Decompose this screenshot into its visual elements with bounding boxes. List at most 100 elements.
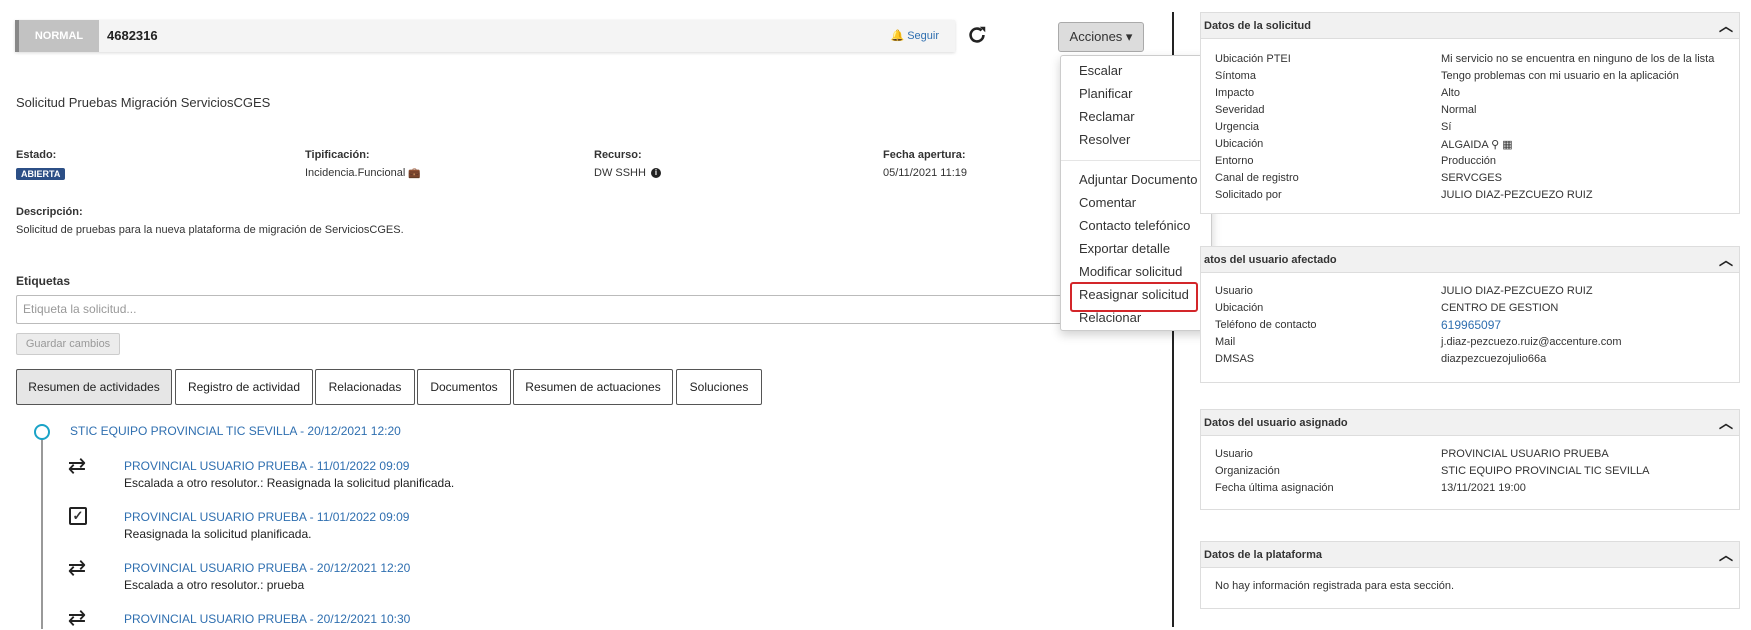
field-value: Tengo problemas con mi usuario en la apl… (1441, 70, 1679, 82)
panel-title: Datos de la plataforma (1204, 549, 1322, 561)
chevron-up-icon[interactable]: ︿ (1719, 13, 1733, 39)
briefcase-icon[interactable]: 💼 (408, 168, 420, 179)
fecha-apertura-value: 05/11/2021 11:19 (883, 167, 968, 179)
chevron-up-icon[interactable]: ︿ (1719, 542, 1733, 568)
field-value: CENTRO DE GESTION (1441, 302, 1559, 314)
panel-header[interactable]: Datos del usuario asignado ︿ (1201, 410, 1739, 436)
menu-item-reasignar-solicitud[interactable]: Reasignar solicitud (1079, 287, 1189, 302)
refresh-icon[interactable] (966, 24, 988, 46)
field-key: DMSAS (1215, 353, 1255, 365)
menu-item-exportar-detalle[interactable]: Exportar detalle (1079, 241, 1170, 256)
fecha-apertura-label: Fecha apertura: (883, 149, 966, 161)
tipificacion-value: Incidencia.Funcional (305, 167, 406, 179)
timeline-group-marker (34, 424, 50, 440)
estado-badge-wrap: ABIERTA (16, 166, 66, 180)
field-value: PROVINCIAL USUARIO PRUEBA (1441, 448, 1609, 460)
ticket-number: 4682316 (107, 28, 158, 43)
panel-header[interactable]: atos del usuario afectado ︿ (1201, 247, 1739, 273)
field-key: Organización (1215, 465, 1280, 477)
empty-message: No hay información registrada para esta … (1215, 580, 1455, 592)
follow-label: Seguir (907, 30, 939, 42)
menu-item-comentar[interactable]: Comentar (1079, 195, 1136, 210)
field-key: Usuario (1215, 285, 1253, 297)
field-value: Alto (1441, 87, 1460, 99)
recurso-value-wrap: DW SSHH i (594, 167, 662, 179)
chevron-up-icon[interactable]: ︿ (1719, 247, 1733, 273)
timeline-entry-head[interactable]: PROVINCIAL USUARIO PRUEBA - 11/01/2022 0… (124, 510, 409, 524)
panel-datos-plataforma: Datos de la plataforma ︿ No hay informac… (1200, 541, 1740, 609)
panel-title: atos del usuario afectado (1204, 254, 1337, 266)
follow-button[interactable]: 🔔 Seguir (890, 20, 939, 52)
field-key: Canal de registro (1215, 172, 1299, 184)
phone-link[interactable]: 619965097 (1441, 318, 1501, 332)
panel-title: Datos de la solicitud (1204, 20, 1311, 32)
tab-resumen-actuaciones[interactable]: Resumen de actuaciones (513, 369, 673, 405)
menu-item-reclamar[interactable]: Reclamar (1079, 109, 1135, 124)
timeline-entry-head[interactable]: PROVINCIAL USUARIO PRUEBA - 20/12/2021 1… (124, 561, 410, 575)
map-marker-icon[interactable]: ⚲ (1491, 139, 1499, 151)
tab-relacionadas[interactable]: Relacionadas (315, 369, 415, 405)
field-value: ALGAIDA (1441, 139, 1489, 151)
field-key: Teléfono de contacto (1215, 319, 1317, 331)
menu-item-escalar[interactable]: Escalar (1079, 63, 1122, 78)
field-value: JULIO DIAZ-PEZCUEZO RUIZ (1441, 189, 1593, 201)
field-key: Entorno (1215, 155, 1254, 167)
menu-divider (1061, 160, 1211, 161)
tab-resumen-actividades[interactable]: Resumen de actividades (16, 369, 172, 405)
timeline-entry-text: Reasignada la solicitud planificada. (124, 527, 312, 541)
field-value-wrap: ALGAIDA ⚲ ▦ (1441, 138, 1513, 151)
chevron-up-icon[interactable]: ︿ (1719, 410, 1733, 436)
field-key: Mail (1215, 336, 1236, 348)
field-key: Severidad (1215, 104, 1265, 116)
estado-label: Estado: (16, 149, 57, 161)
recurso-value: DW SSHH (594, 167, 646, 179)
descripcion-label: Descripción: (16, 206, 83, 218)
menu-item-modificar-solicitud[interactable]: Modificar solicitud (1079, 264, 1182, 279)
info-icon[interactable]: i (651, 168, 662, 179)
timeline-line (41, 439, 43, 629)
save-changes-button[interactable]: Guardar cambios (16, 333, 120, 355)
field-value: j.diaz-pezcuezo.ruiz@accenture.com (1441, 336, 1622, 348)
tab-registro-actividad[interactable]: Registro de actividad (175, 369, 313, 405)
menu-item-contacto-telefonico[interactable]: Contacto telefónico (1079, 218, 1190, 233)
field-value: Sí (1441, 121, 1452, 133)
field-key: Ubicación PTEI (1215, 53, 1291, 65)
panel-header[interactable]: Datos de la plataforma ︿ (1201, 542, 1739, 568)
field-key: Urgencia (1215, 121, 1260, 133)
tipificacion-label: Tipificación: (305, 149, 370, 161)
field-value: Producción (1441, 155, 1497, 167)
tab-soluciones[interactable]: Soluciones (676, 369, 762, 405)
field-value: Mi servicio no se encuentra en ninguno d… (1441, 53, 1715, 65)
field-key: Síntoma (1215, 70, 1256, 82)
field-key: Impacto (1215, 87, 1255, 99)
calendar-icon[interactable]: ▦ (1502, 139, 1512, 151)
priority-badge: NORMAL (19, 20, 99, 52)
tags-label: Etiquetas (16, 274, 71, 288)
checkbox-icon: ✓ (69, 507, 87, 525)
tags-input[interactable]: Etiqueta la solicitud... (16, 295, 1076, 324)
bell-icon: 🔔 (890, 30, 905, 42)
timeline-group-header[interactable]: STIC EQUIPO PROVINCIAL TIC SEVILLA - 20/… (70, 424, 401, 438)
retweet-icon: ⇄ (67, 605, 87, 630)
menu-item-resolver[interactable]: Resolver (1079, 132, 1130, 147)
menu-item-relacionar[interactable]: Relacionar (1079, 310, 1141, 325)
panel-title: Datos del usuario asignado (1204, 417, 1348, 429)
panel-header[interactable]: Datos de la solicitud ︿ (1201, 13, 1739, 39)
status-badge: ABIERTA (16, 168, 66, 180)
field-key: Fecha última asignación (1215, 482, 1334, 494)
caret-down-icon: ▾ (1125, 29, 1133, 44)
menu-item-adjuntar-documento[interactable]: Adjuntar Documento (1079, 172, 1198, 187)
menu-item-planificar[interactable]: Planificar (1079, 86, 1132, 101)
actions-menu: Escalar Planificar Reclamar Resolver Adj… (1060, 55, 1212, 331)
timeline-entry-text: Escalada a otro resolutor.: prueba (124, 578, 305, 592)
field-value: 13/11/2021 19:00 (1441, 482, 1526, 494)
retweet-icon: ⇄ (67, 453, 87, 478)
field-value: SERVCGES (1441, 172, 1502, 184)
retweet-icon: ⇄ (67, 555, 87, 580)
tab-documentos[interactable]: Documentos (417, 369, 511, 405)
timeline-entry-head[interactable]: PROVINCIAL USUARIO PRUEBA - 20/12/2021 1… (124, 612, 410, 626)
ticket-header: NORMAL 4682316 🔔 Seguir (15, 20, 955, 52)
actions-dropdown-button[interactable]: Acciones ▾ (1058, 22, 1144, 52)
field-key: Solicitado por (1215, 189, 1282, 201)
timeline-entry-head[interactable]: PROVINCIAL USUARIO PRUEBA - 11/01/2022 0… (124, 459, 409, 473)
